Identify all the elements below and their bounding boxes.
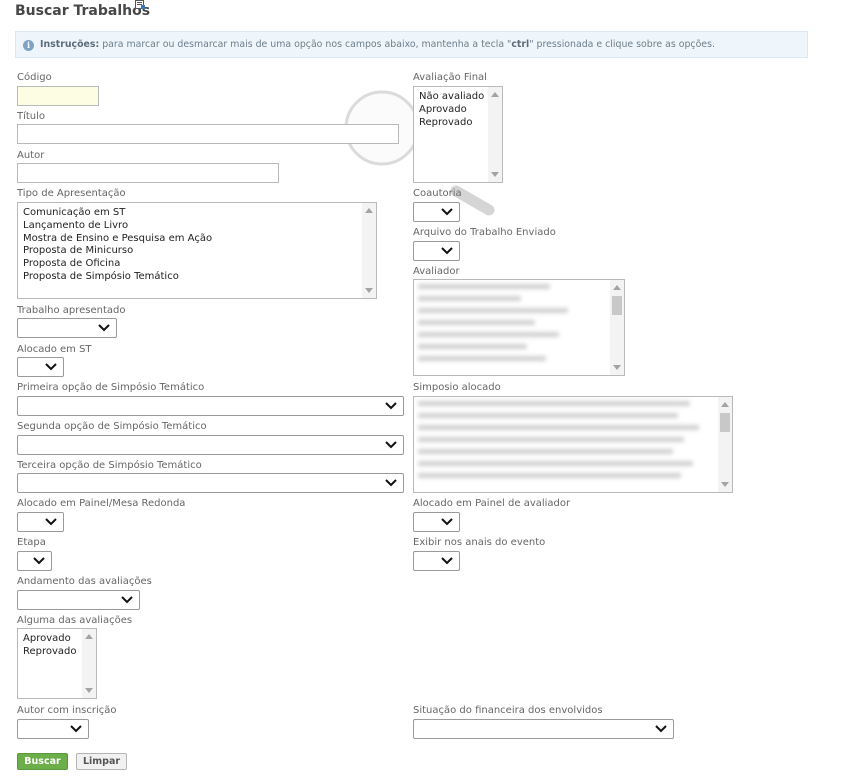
chevron-down-icon <box>385 402 397 410</box>
list-item[interactable]: Comunicação em ST <box>23 207 212 220</box>
codigo-input[interactable] <box>17 86 99 106</box>
alocado-st-label: Alocado em ST <box>17 344 92 355</box>
list-item[interactable]: Proposta de Simpósio Temático <box>23 271 212 284</box>
scroll-up-icon[interactable] <box>721 402 729 407</box>
coautoria-select[interactable] <box>413 202 460 222</box>
scroll-up-icon[interactable] <box>613 285 621 290</box>
etapa-label: Etapa <box>17 537 46 548</box>
autor-label: Autor <box>17 150 45 161</box>
avaliacao-final-listbox[interactable]: Não avaliado Aprovado Reprovado <box>413 86 503 183</box>
alocado-painel-label: Alocado em Painel/Mesa Redonda <box>17 498 186 509</box>
avaliacao-final-label: Avaliação Final <box>413 72 487 83</box>
list-item[interactable]: Aprovado <box>23 633 77 646</box>
primeira-opcao-label: Primeira opção de Simpósio Temático <box>17 382 205 393</box>
chevron-down-icon <box>45 518 57 526</box>
scroll-up-icon[interactable] <box>365 208 373 213</box>
alguma-avaliacao-listbox[interactable]: Aprovado Reprovado <box>17 628 97 699</box>
alocado-st-select[interactable] <box>17 357 64 377</box>
simposio-alocado-listbox[interactable] <box>413 396 733 493</box>
scrollbar[interactable] <box>718 397 732 492</box>
chevron-down-icon <box>33 557 45 565</box>
instructions-text-before: para marcar ou desmarcar mais de uma opç… <box>99 39 512 50</box>
titulo-label: Título <box>17 111 46 122</box>
blurred-content <box>418 284 606 373</box>
scroll-thumb[interactable] <box>720 413 730 432</box>
chevron-down-icon <box>441 557 453 565</box>
scrollbar[interactable] <box>82 629 96 698</box>
chevron-down-icon <box>45 363 57 371</box>
list-item[interactable]: Reprovado <box>419 117 484 130</box>
search-button[interactable]: Buscar <box>17 753 68 770</box>
situacao-financeira-select[interactable] <box>413 719 674 739</box>
instructions-label: Instruções: <box>40 39 100 50</box>
autor-input[interactable] <box>17 163 279 183</box>
list-item[interactable]: Lançamento de Livro <box>23 220 212 233</box>
arquivo-enviado-label: Arquivo do Trabalho Enviado <box>413 227 556 238</box>
titulo-input[interactable] <box>17 124 399 144</box>
andamento-select[interactable] <box>17 590 140 610</box>
scrollbar[interactable] <box>610 280 624 375</box>
page-title: Buscar Trabalhos <box>15 3 151 19</box>
alocado-painel-avaliador-label: Alocado em Painel de avaliador <box>413 498 571 509</box>
blurred-content <box>418 401 714 490</box>
alocado-painel-select[interactable] <box>17 512 64 532</box>
info-icon: i <box>23 40 34 51</box>
segunda-opcao-select[interactable] <box>17 435 404 455</box>
chevron-down-icon <box>121 596 133 604</box>
list-item[interactable]: Não avaliado <box>419 91 484 104</box>
alocado-painel-avaliador-select[interactable] <box>413 512 460 532</box>
scrollbar[interactable] <box>362 203 376 298</box>
autor-inscricao-label: Autor com inscrição <box>17 705 117 716</box>
autor-inscricao-select[interactable] <box>17 719 89 739</box>
codigo-label: Código <box>17 72 52 83</box>
andamento-label: Andamento das avaliações <box>17 576 152 587</box>
coautoria-label: Coautoria <box>413 188 462 199</box>
avaliador-listbox[interactable] <box>413 279 625 376</box>
edit-icon <box>135 0 145 9</box>
list-item[interactable]: Mostra de Ensino e Pesquisa em Ação <box>23 233 212 246</box>
chevron-down-icon <box>655 725 667 733</box>
tipo-apresentacao-listbox[interactable]: Comunicação em ST Lançamento de Livro Mo… <box>17 202 377 299</box>
scroll-down-icon[interactable] <box>491 172 499 177</box>
scroll-down-icon[interactable] <box>85 688 93 693</box>
instructions-text-after: " pressionada e clique sobre as opções. <box>529 39 715 50</box>
clear-button[interactable]: Limpar <box>76 753 127 770</box>
arquivo-enviado-select[interactable] <box>413 241 460 261</box>
chevron-down-icon <box>385 441 397 449</box>
situacao-financeira-label: Situação do financeira dos envolvidos <box>413 705 603 716</box>
chevron-down-icon <box>385 479 397 487</box>
primeira-opcao-select[interactable] <box>17 396 404 416</box>
terceira-opcao-label: Terceira opção de Simpósio Temático <box>17 460 202 471</box>
scroll-down-icon[interactable] <box>721 482 729 487</box>
list-item[interactable]: Proposta de Minicurso <box>23 245 212 258</box>
instructions-box: i Instruções: para marcar ou desmarcar m… <box>15 31 808 58</box>
exibir-anais-label: Exibir nos anais do evento <box>413 537 546 548</box>
trabalho-apresentado-select[interactable] <box>17 318 117 338</box>
chevron-down-icon <box>70 725 82 733</box>
alguma-avaliacao-label: Alguma das avaliações <box>17 615 133 626</box>
scroll-down-icon[interactable] <box>613 365 621 370</box>
chevron-down-icon <box>441 518 453 526</box>
tipo-apresentacao-label: Tipo de Apresentação <box>17 188 126 199</box>
list-item[interactable]: Aprovado <box>419 104 484 117</box>
instructions-key: ctrl <box>511 39 530 50</box>
chevron-down-icon <box>441 247 453 255</box>
chevron-down-icon <box>441 208 453 216</box>
terceira-opcao-select[interactable] <box>17 473 404 493</box>
scroll-thumb[interactable] <box>612 296 622 315</box>
segunda-opcao-label: Segunda opção de Simpósio Temático <box>17 421 207 432</box>
scroll-up-icon[interactable] <box>491 92 499 97</box>
scroll-up-icon[interactable] <box>85 634 93 639</box>
etapa-select[interactable] <box>17 551 52 571</box>
list-item[interactable]: Proposta de Oficina <box>23 258 212 271</box>
list-item[interactable]: Reprovado <box>23 646 77 659</box>
exibir-anais-select[interactable] <box>413 551 460 571</box>
scrollbar[interactable] <box>488 87 502 182</box>
simposio-alocado-label: Simposio alocado <box>413 382 501 393</box>
instructions-text: Instruções: para marcar ou desmarcar mai… <box>40 39 715 50</box>
trabalho-apresentado-label: Trabalho apresentado <box>17 305 126 316</box>
chevron-down-icon <box>98 324 110 332</box>
scroll-down-icon[interactable] <box>365 288 373 293</box>
avaliador-label: Avaliador <box>413 266 460 277</box>
